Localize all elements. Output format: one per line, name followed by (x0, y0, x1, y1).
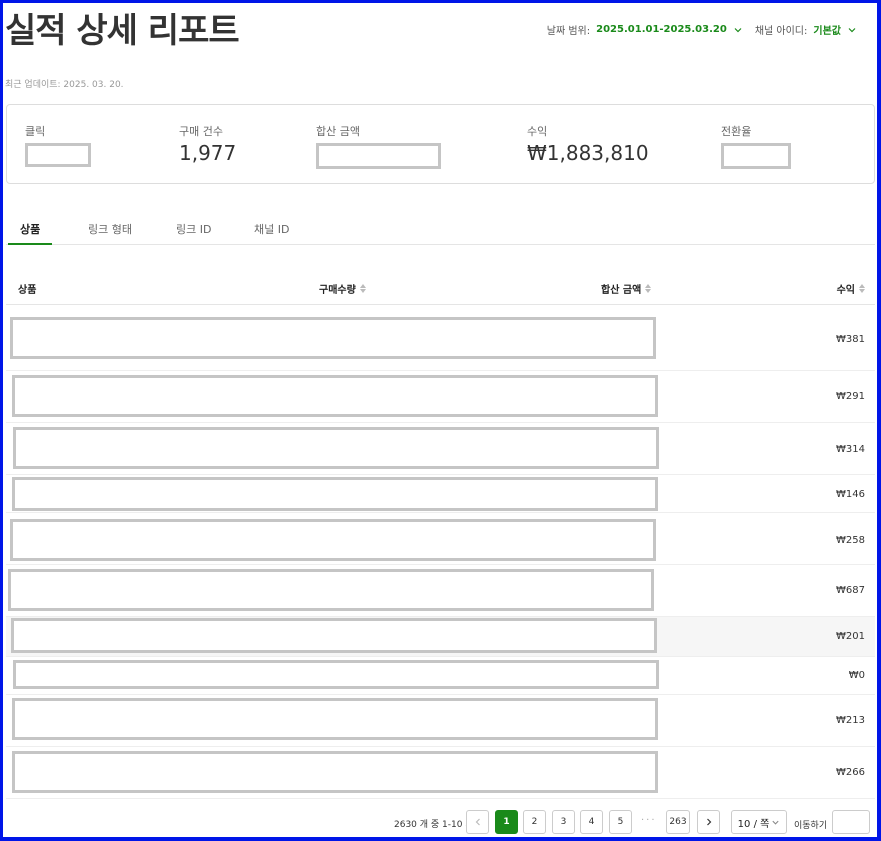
page-button[interactable]: 5 (609, 810, 632, 834)
channel-id-value: 기본값 (813, 26, 841, 37)
sort-icon[interactable] (859, 284, 865, 293)
redacted-product-cell (8, 569, 654, 611)
column-label: 구매수량 (319, 285, 356, 296)
metric-total-amount: 합산 금액 (316, 123, 441, 169)
column-header-revenue[interactable]: 수익 (837, 281, 865, 296)
table-row[interactable]: ₩314 (6, 423, 875, 475)
table-row[interactable]: ₩213 (6, 695, 875, 747)
table-row[interactable]: ₩146 (6, 475, 875, 513)
revenue-cell: ₩687 (836, 585, 865, 596)
metric-conversion: 전환율 (721, 123, 791, 169)
revenue-cell: ₩291 (836, 391, 865, 402)
column-header-product: 상품 (18, 281, 36, 296)
last-updated: 최근 업데이트: 2025. 03. 20. (5, 80, 124, 90)
revenue-cell: ₩381 (836, 334, 865, 345)
revenue-cell: ₩266 (836, 767, 865, 778)
column-header-quantity[interactable]: 구매수량 (319, 281, 366, 296)
revenue-cell: ₩146 (836, 489, 865, 500)
metric-label: 합산 금액 (316, 125, 360, 138)
table-row[interactable]: ₩381 (6, 305, 875, 371)
chevron-left-icon (475, 818, 480, 826)
column-header-total-amount[interactable]: 합산 금액 (601, 281, 652, 296)
page-button[interactable]: 4 (580, 810, 603, 834)
prev-page-button[interactable] (466, 810, 489, 834)
next-page-button[interactable] (697, 810, 720, 834)
pagination-info: 2630 개 중 1-10 개 (394, 820, 474, 830)
redacted-product-cell (10, 317, 656, 359)
redacted-product-cell (13, 427, 659, 469)
metric-label: 구매 건수 (179, 125, 223, 138)
redacted-product-cell (12, 751, 658, 793)
summary-card: 클릭 구매 건수 1,977 합산 금액 수익 ₩1,883,810 전환율 (6, 104, 875, 184)
tab-bar: 상품 링크 형태 링크 ID 채널 ID (6, 215, 875, 245)
metric-revenue: 수익 ₩1,883,810 (527, 123, 649, 165)
page-button[interactable]: 2 (523, 810, 546, 834)
goto-label: 이동하기 (794, 821, 828, 831)
redacted-value (25, 143, 91, 167)
table-header: 상품 구매수량 합산 금액 수익 (6, 269, 875, 305)
report-page: 실적 상세 리포트 날짜 범위: 2025.01.01-2025.03.20 채… (3, 3, 877, 837)
redacted-value (721, 143, 791, 169)
chevron-down-icon (772, 820, 779, 825)
redacted-product-cell (12, 375, 658, 417)
page-size-select[interactable]: 10 / 쪽 (731, 810, 787, 834)
revenue-cell: ₩258 (836, 535, 865, 546)
chevron-down-icon (848, 27, 856, 32)
page-size-value: 10 / 쪽 (737, 818, 770, 830)
tab-product[interactable]: 상품 (8, 221, 53, 245)
last-page-button[interactable]: 263 (666, 810, 690, 834)
table-row[interactable]: ₩291 (6, 371, 875, 423)
redacted-product-cell (12, 698, 658, 740)
table-row[interactable]: ₩201 (6, 617, 875, 657)
metric-clicks: 클릭 (25, 123, 91, 167)
table-row[interactable]: ₩258 (6, 513, 875, 565)
chevron-down-icon (734, 27, 742, 32)
redacted-product-cell (10, 519, 656, 561)
redacted-product-cell (12, 477, 658, 511)
revenue-cell: ₩201 (836, 631, 865, 642)
channel-id-label: 채널 아이디: (754, 26, 808, 37)
metric-label: 클릭 (25, 125, 46, 138)
channel-id-filter[interactable]: 채널 아이디: 기본값 (755, 22, 857, 37)
revenue-cell: ₩0 (848, 670, 865, 681)
date-range-value: 2025.01.01-2025.03.20 (596, 24, 727, 35)
page-ellipsis[interactable]: ··· (641, 815, 657, 826)
tab-link-type[interactable]: 링크 형태 (88, 221, 132, 245)
redacted-value (316, 143, 441, 169)
revenue-cell: ₩213 (836, 715, 865, 726)
page-button[interactable]: 3 (552, 810, 575, 834)
column-label: 합산 금액 (601, 285, 642, 296)
revenue-cell: ₩314 (836, 444, 865, 455)
page-button[interactable]: 1 (495, 810, 518, 834)
goto-page-input[interactable] (832, 810, 870, 834)
table-row[interactable]: ₩0 (6, 657, 875, 695)
tab-channel-id[interactable]: 채널 ID (254, 221, 289, 245)
pagination: 2630 개 중 1-10 개 1 2 3 4 5 ··· 263 10 / 쪽… (3, 810, 877, 836)
column-label: 수익 (836, 285, 855, 296)
metric-purchases: 구매 건수 1,977 (179, 123, 236, 165)
table-row[interactable]: ₩266 (6, 747, 875, 799)
metric-label: 전환율 (721, 125, 752, 138)
table-row[interactable]: ₩687 (6, 565, 875, 617)
metric-value: ₩1,883,810 (527, 141, 649, 165)
page-title: 실적 상세 리포트 (5, 11, 240, 51)
sort-icon[interactable] (359, 284, 366, 293)
tab-link-id[interactable]: 링크 ID (176, 221, 211, 245)
date-range-label: 날짜 범위: (546, 26, 591, 37)
column-label: 상품 (18, 285, 37, 296)
redacted-product-cell (11, 618, 657, 653)
sort-icon[interactable] (645, 284, 652, 293)
redacted-product-cell (13, 660, 659, 689)
filter-bar: 날짜 범위: 2025.01.01-2025.03.20 채널 아이디: 기본값 (547, 22, 857, 37)
metric-value: 1,977 (179, 141, 237, 165)
date-range-filter[interactable]: 날짜 범위: 2025.01.01-2025.03.20 (547, 22, 743, 37)
metric-label: 수익 (527, 125, 548, 138)
chevron-right-icon (706, 818, 711, 826)
